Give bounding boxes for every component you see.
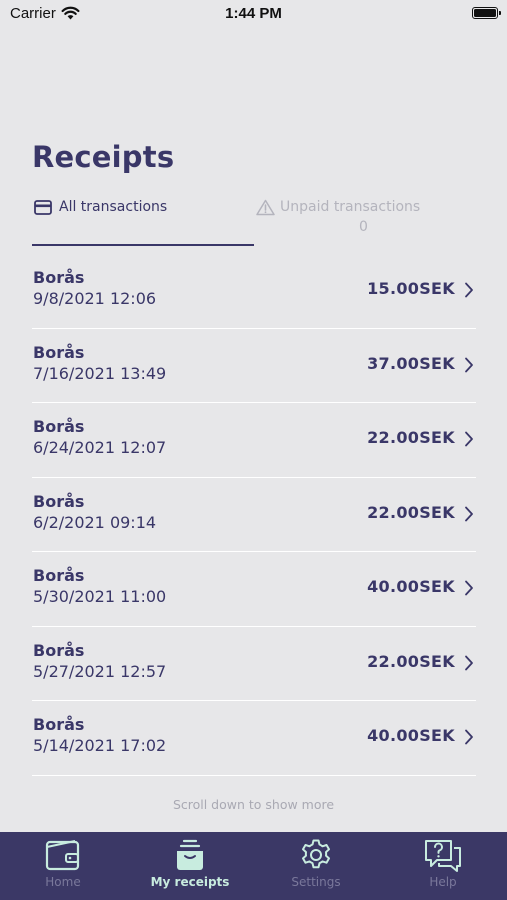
unpaid-count: 0 bbox=[359, 219, 368, 235]
receipt-city: Borås bbox=[33, 417, 85, 436]
receipts-box-icon bbox=[127, 838, 253, 874]
tabbar-settings[interactable]: Settings bbox=[253, 832, 379, 900]
receipt-row[interactable]: Borås 7/16/2021 13:49 37.00SEK bbox=[32, 329, 476, 403]
receipt-row[interactable]: Borås 6/24/2021 12:07 22.00SEK bbox=[32, 403, 476, 478]
wallet-icon bbox=[0, 838, 126, 874]
receipts-list: Borås 9/8/2021 12:06 15.00SEK Borås 7/16… bbox=[32, 254, 476, 776]
page-title: Receipts bbox=[32, 140, 175, 174]
receipt-row[interactable]: Borås 5/14/2021 17:02 40.00SEK bbox=[32, 701, 476, 776]
status-time: 1:44 PM bbox=[225, 5, 282, 22]
tabbar-help[interactable]: Help bbox=[380, 832, 506, 900]
receipt-date: 9/8/2021 12:06 bbox=[33, 289, 157, 308]
chevron-right-icon bbox=[464, 729, 474, 749]
receipt-date: 5/27/2021 12:57 bbox=[33, 661, 167, 681]
battery-icon bbox=[472, 7, 501, 19]
receipt-city: Borås bbox=[33, 268, 85, 287]
receipt-city: Borås bbox=[33, 491, 85, 511]
active-tab-indicator bbox=[32, 244, 254, 246]
receipt-amount: 22.00SEK bbox=[367, 651, 455, 671]
chevron-right-icon bbox=[464, 580, 474, 600]
scroll-hint: Scroll down to show more bbox=[172, 797, 335, 812]
receipt-city: Borås bbox=[33, 342, 85, 362]
gear-icon bbox=[253, 838, 379, 874]
chevron-right-icon bbox=[464, 655, 474, 675]
tab-unpaid-transactions[interactable]: Unpaid transactions 0 bbox=[254, 196, 474, 248]
chevron-right-icon bbox=[464, 506, 474, 526]
receipt-amount: 40.00SEK bbox=[367, 577, 455, 596]
receipt-date: 7/16/2021 13:49 bbox=[33, 363, 167, 383]
receipt-city: Borås bbox=[33, 640, 85, 660]
receipt-row[interactable]: Borås 5/30/2021 11:00 40.00SEK bbox=[32, 552, 476, 627]
receipt-row[interactable]: Borås 6/2/2021 09:14 22.00SEK bbox=[32, 478, 476, 552]
receipt-date: 5/14/2021 17:02 bbox=[33, 736, 167, 755]
credit-card-icon bbox=[34, 200, 52, 219]
tab-all-transactions[interactable]: All transactions bbox=[32, 196, 254, 248]
tabbar-my-receipts-label: My receipts bbox=[150, 875, 230, 889]
help-chat-icon bbox=[380, 838, 506, 874]
tabbar-home-label: Home bbox=[45, 875, 81, 889]
receipt-date: 5/30/2021 11:00 bbox=[33, 587, 167, 606]
receipt-amount: 22.00SEK bbox=[367, 428, 455, 447]
receipt-amount: 37.00SEK bbox=[367, 353, 455, 373]
tabbar-settings-label: Settings bbox=[291, 875, 341, 889]
tab-unpaid-transactions-label: Unpaid transactions bbox=[280, 199, 421, 215]
bottom-tab-bar: Home My receipts Settings Help bbox=[0, 832, 507, 900]
chevron-right-icon bbox=[464, 431, 474, 451]
receipt-city: Borås bbox=[33, 566, 85, 585]
tab-all-transactions-label: All transactions bbox=[59, 199, 168, 215]
receipt-date: 6/24/2021 12:07 bbox=[33, 438, 167, 457]
receipt-city: Borås bbox=[33, 715, 85, 734]
chevron-right-icon bbox=[464, 282, 474, 302]
receipt-amount: 22.00SEK bbox=[367, 502, 455, 522]
chevron-right-icon bbox=[464, 357, 474, 377]
tabbar-my-receipts[interactable]: My receipts bbox=[127, 832, 253, 900]
tabbar-help-label: Help bbox=[429, 875, 457, 889]
tabbar-home[interactable]: Home bbox=[0, 832, 126, 900]
receipt-amount: 40.00SEK bbox=[367, 726, 455, 745]
warning-icon bbox=[256, 199, 275, 220]
receipt-row[interactable]: Borås 5/27/2021 12:57 22.00SEK bbox=[32, 627, 476, 701]
receipt-date: 6/2/2021 09:14 bbox=[33, 512, 157, 532]
receipt-amount: 15.00SEK bbox=[367, 279, 455, 298]
receipt-row[interactable]: Borås 9/8/2021 12:06 15.00SEK bbox=[32, 254, 476, 329]
status-bar: Carrier 1:44 PM bbox=[0, 0, 507, 28]
